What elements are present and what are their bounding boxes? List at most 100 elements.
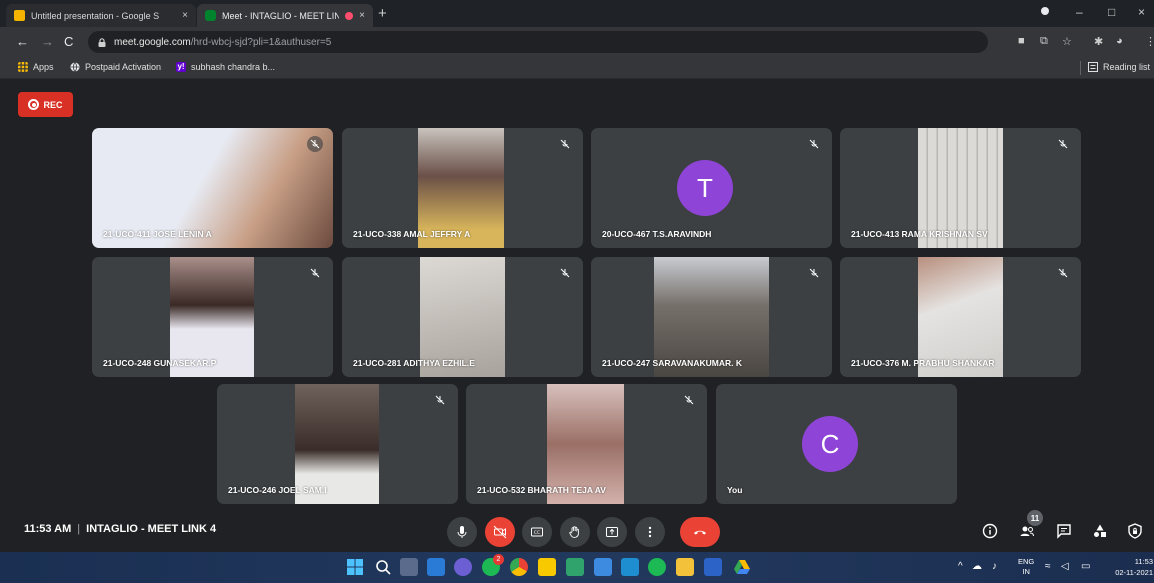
onedrive-icon[interactable]: ☁ (972, 561, 982, 572)
participant-tile[interactable]: 21-UCO-413 RAMA KRISHNAN SV (840, 128, 1081, 248)
lang-line: ENG (1018, 557, 1035, 566)
mic-off-icon (307, 265, 323, 281)
back-arrow-icon[interactable]: ← (16, 34, 29, 49)
hang-up-icon (694, 530, 706, 535)
avatar[interactable]: ◕ (1116, 35, 1123, 47)
participant-tile[interactable]: 21-UCO-246 JOEL SAM.I (217, 384, 458, 504)
menu-kebab-icon[interactable]: ⋮ (1145, 35, 1154, 48)
windows-start-icon[interactable] (346, 558, 364, 576)
new-tab-button[interactable]: + (378, 5, 387, 22)
svg-text:CC: CC (534, 530, 540, 536)
participant-tile[interactable]: 21-UCO-376 M. PRABHU SHANKAR (840, 257, 1081, 377)
clock-time: 11:53 (1134, 557, 1153, 566)
mic-tray-icon[interactable]: ♪ (992, 561, 997, 572)
participant-name: 21-UCO-376 M. PRABHU SHANKAR (851, 358, 995, 368)
lock-icon (98, 37, 106, 47)
slides-favicon-icon (14, 10, 25, 21)
meeting-details-button[interactable] (981, 522, 999, 540)
tab-google-meet[interactable]: Meet - INTAGLIO - MEET LIN × (197, 4, 373, 27)
bookmark-star-icon[interactable]: ☆ (1062, 35, 1072, 48)
captions-button[interactable]: CC (522, 517, 552, 547)
share-icon[interactable]: ⧉ (1040, 35, 1048, 48)
participant-name: 21-UCO-413 RAMA KRISHNAN SV (851, 229, 988, 239)
bookmark-label: Postpaid Activation (85, 62, 162, 72)
close-icon[interactable]: × (359, 10, 365, 21)
language-indicator[interactable]: ENG IN (1018, 557, 1034, 577)
close-icon[interactable]: × (182, 10, 188, 21)
minimize-button[interactable]: – (1076, 5, 1083, 19)
app-icon[interactable] (621, 558, 639, 576)
captions-icon: CC (531, 527, 543, 537)
bookmark-postpaid-activation[interactable]: Postpaid Activation (70, 62, 161, 72)
camera-icon[interactable]: ■ (1018, 35, 1025, 47)
bookmark-apps[interactable]: Apps (18, 62, 54, 72)
browser-tab-bar: Untitled presentation - Google S × Meet … (0, 0, 1154, 27)
participant-tile[interactable]: 21-UCO-248 GUNASEKAR.P (92, 257, 333, 377)
recording-badge: REC (18, 92, 73, 117)
forward-arrow-icon[interactable]: → (41, 34, 54, 49)
url-field[interactable]: meet.google.com/hrd-wbcj-sjd?pli=1&authu… (88, 31, 988, 53)
microphone-button[interactable] (447, 517, 477, 547)
chat-app-icon[interactable] (454, 558, 472, 576)
tab-google-slides[interactable]: Untitled presentation - Google S × (6, 4, 196, 27)
reload-icon[interactable]: C (64, 34, 73, 49)
mic-off-icon (681, 392, 697, 408)
participant-tile[interactable]: 21-UCO-532 BHARATH TEJA AV (466, 384, 707, 504)
tray-chevron-icon[interactable]: ^ (958, 561, 963, 572)
task-view-icon[interactable] (400, 558, 418, 576)
participant-name: 21-UCO-246 JOEL SAM.I (228, 485, 327, 495)
extensions-icon[interactable]: ✱ (1094, 35, 1103, 48)
widgets-icon[interactable] (427, 558, 445, 576)
participant-name: 21-UCO-248 GUNASEKAR.P (103, 358, 217, 368)
bookmark-label: subhash chandra b... (191, 62, 276, 72)
bookmarks-bar: Apps Postpaid Activation y! subhash chan… (0, 57, 1154, 79)
shapes-icon (1094, 524, 1106, 537)
chat-button[interactable] (1055, 522, 1073, 540)
record-icon (28, 99, 40, 110)
activities-button[interactable] (1091, 522, 1109, 540)
participant-name: 21-UCO-411 JOSE LENIN A (103, 229, 212, 239)
host-controls-button[interactable] (1126, 522, 1144, 540)
bookmark-subhash[interactable]: y! subhash chandra b... (176, 62, 275, 72)
lang-line: IN (1022, 567, 1030, 576)
participant-tile[interactable]: 21-UCO-281 ADITHYA EZHIL.E (342, 257, 583, 377)
self-tile[interactable]: C You (716, 384, 957, 504)
word-icon[interactable] (704, 558, 722, 576)
leave-call-button[interactable] (680, 517, 720, 547)
participant-tile[interactable]: 21-UCO-338 AMAL JEFFRY A (342, 128, 583, 248)
more-options-button[interactable] (635, 517, 665, 547)
meet-favicon-icon (205, 10, 216, 21)
present-screen-button[interactable] (597, 517, 627, 547)
app-icon[interactable] (566, 558, 584, 576)
participant-tile[interactable]: T 20-UCO-467 T.S.ARAVINDH (591, 128, 832, 248)
participant-tile[interactable]: 21-UCO-411 JOSE LENIN A (92, 128, 333, 248)
participant-tile[interactable]: 21-UCO-247 SARAVANAKUMAR. K (591, 257, 832, 377)
spotify-app-icon[interactable] (648, 558, 666, 576)
shield-lock-icon (1128, 523, 1142, 539)
app-icon[interactable] (594, 558, 612, 576)
search-icon[interactable] (374, 558, 392, 576)
screen: Untitled presentation - Google S × Meet … (0, 0, 1154, 583)
maximize-button[interactable]: □ (1108, 5, 1115, 19)
avatar: C (802, 416, 858, 472)
profile-icon[interactable] (1040, 5, 1050, 19)
hand-icon (569, 526, 579, 538)
reading-list-button[interactable]: Reading list (1088, 62, 1150, 72)
participant-name: 21-UCO-532 BHARATH TEJA AV (477, 485, 606, 495)
camera-off-icon (493, 525, 507, 539)
wifi-icon[interactable]: ≈ (1045, 561, 1051, 572)
file-icon[interactable] (538, 558, 556, 576)
chat-icon (1057, 524, 1071, 539)
camera-off-button[interactable] (485, 517, 515, 547)
file-explorer-icon[interactable] (676, 558, 694, 576)
raise-hand-button[interactable] (560, 517, 590, 547)
taskbar-clock[interactable]: 11:53 02-11-2021 (1107, 556, 1153, 578)
reading-list-label: Reading list (1103, 62, 1151, 72)
volume-icon[interactable]: ◁ (1061, 561, 1069, 572)
mic-off-icon (1055, 136, 1071, 152)
google-drive-icon[interactable] (733, 558, 751, 576)
close-window-button[interactable]: × (1138, 5, 1145, 19)
chrome-icon[interactable] (510, 558, 528, 576)
globe-icon (70, 62, 80, 72)
battery-icon[interactable]: ▭ (1081, 561, 1090, 572)
